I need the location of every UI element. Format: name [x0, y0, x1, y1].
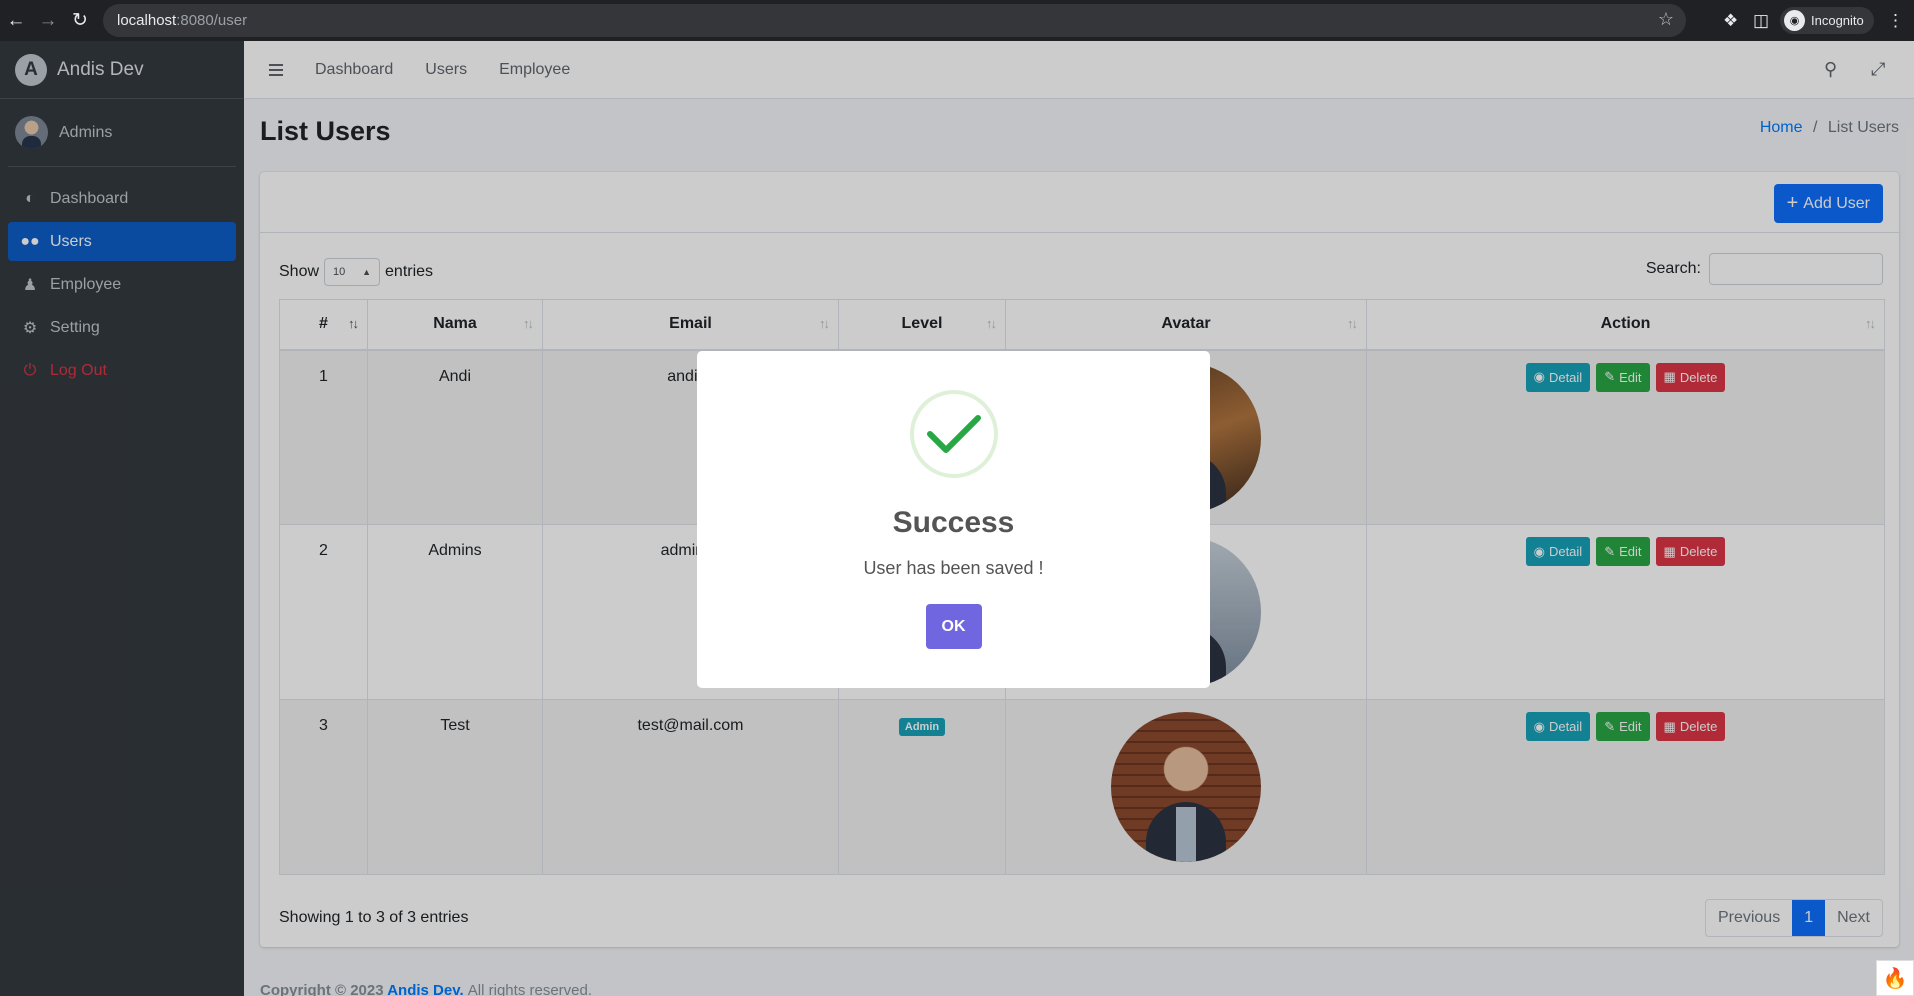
dialog-title: Success — [892, 506, 1015, 539]
bookmark-star-icon[interactable]: ☆ — [1658, 9, 1674, 30]
dialog-message: User has been saved ! — [863, 558, 1044, 578]
incognito-icon: ◉ — [1784, 10, 1805, 31]
debug-toolbar-flame-icon[interactable]: 🔥 — [1876, 960, 1914, 996]
success-dialog: Success User has been saved ! OK — [697, 351, 1210, 688]
url-path: :8080/user — [176, 12, 248, 29]
extensions-icon[interactable]: ❖ — [1723, 0, 1738, 41]
incognito-badge[interactable]: ◉ Incognito — [1780, 7, 1874, 34]
ok-button[interactable]: OK — [925, 604, 982, 649]
incognito-label: Incognito — [1811, 13, 1864, 28]
success-check-icon — [909, 390, 998, 478]
forward-icon[interactable]: → — [32, 0, 64, 41]
browser-menu-icon[interactable]: ⋮ — [1887, 0, 1904, 41]
browser-toolbar: ← → ↻ i localhost:8080/user ☆ ❖ ◫ ◉ Inco… — [0, 0, 1914, 757]
address-bar[interactable]: i localhost:8080/user ☆ — [103, 4, 1686, 757]
back-icon[interactable]: ← — [0, 0, 32, 41]
side-panel-icon[interactable]: ◫ — [1753, 0, 1769, 41]
url-host: localhost — [117, 12, 177, 29]
reload-icon[interactable]: ↻ — [64, 0, 96, 41]
